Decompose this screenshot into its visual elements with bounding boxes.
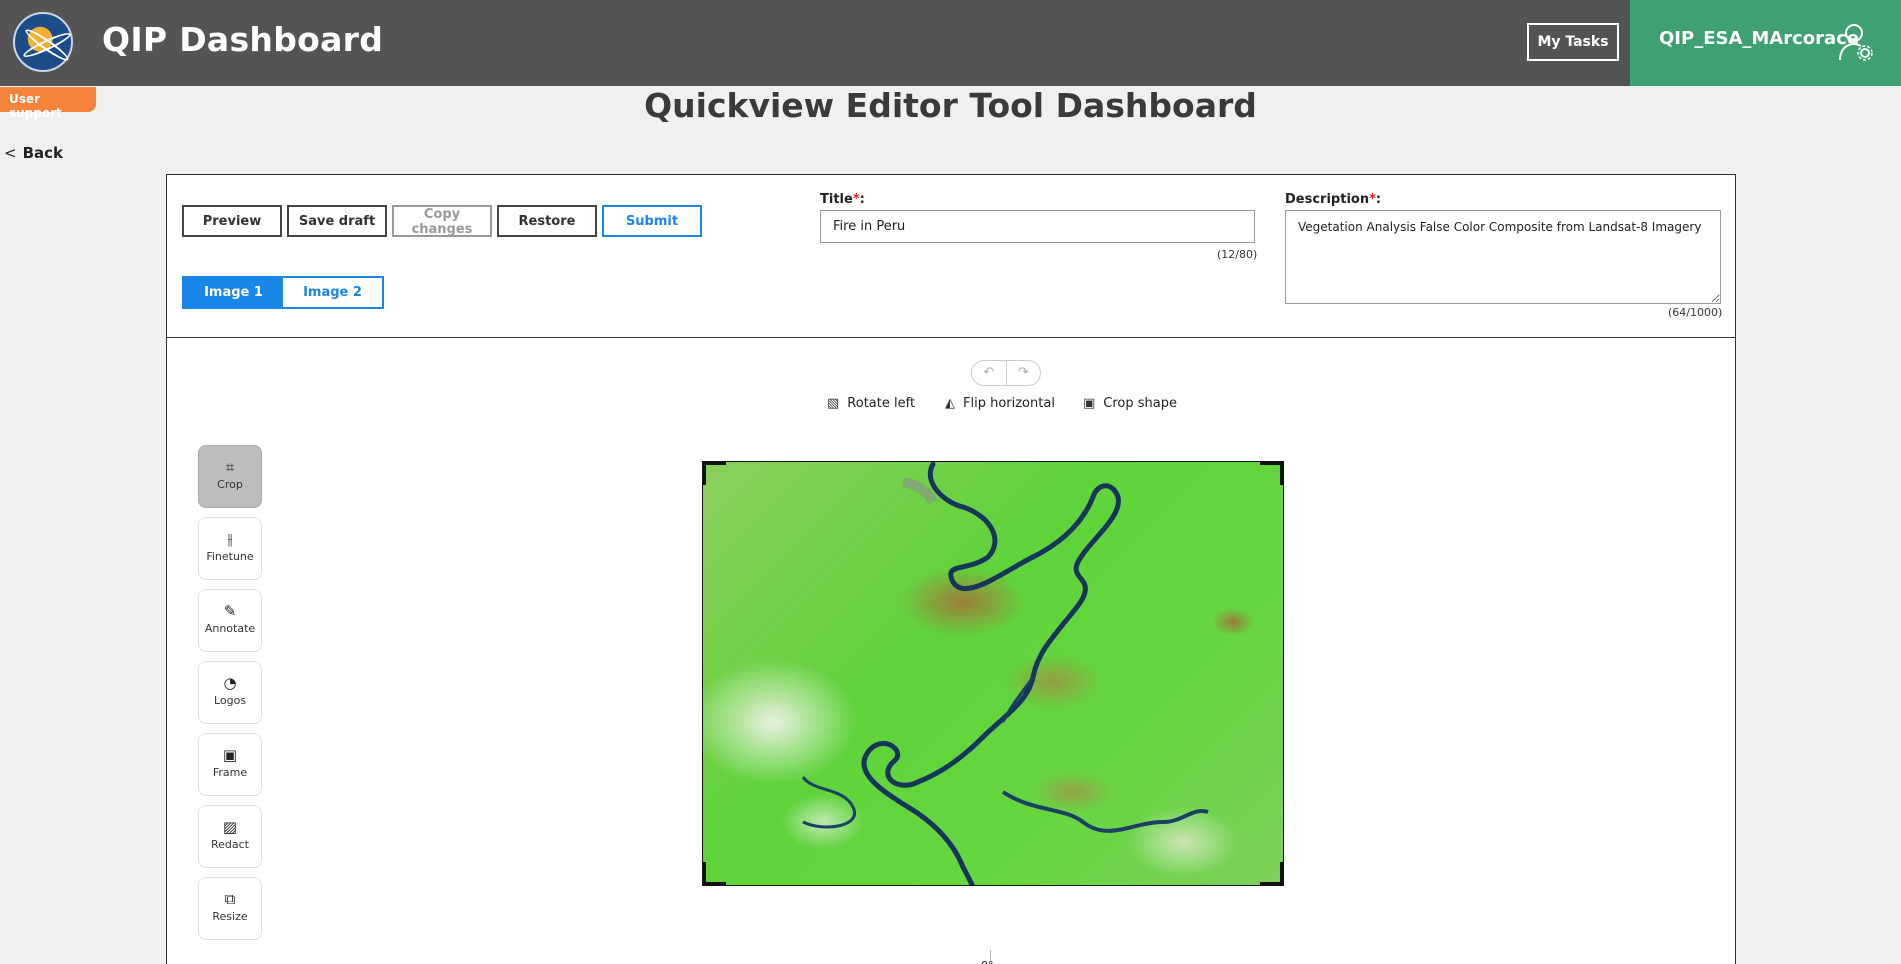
crop-actions: ▧ Rotate left ◭ Flip horizontal ▣ Crop shap… bbox=[167, 396, 1737, 416]
description-field[interactable]: Vegetation Analysis False Color Composit… bbox=[1285, 210, 1721, 304]
redo-icon[interactable]: ↷ bbox=[1007, 361, 1041, 385]
sticker-icon: ◔ bbox=[223, 674, 237, 692]
resize-icon: ⧉ bbox=[224, 890, 236, 908]
save-draft-button[interactable]: Save draft bbox=[287, 205, 387, 237]
crop-icon: ⌗ bbox=[225, 458, 235, 476]
pencil-icon: ✎ bbox=[223, 602, 237, 620]
tool-frame[interactable]: ▣ Frame bbox=[198, 733, 262, 796]
tool-finetune[interactable]: ⫲ Finetune bbox=[198, 517, 262, 580]
river-overlay bbox=[801, 462, 1209, 885]
restore-button[interactable]: Restore bbox=[497, 205, 597, 237]
redact-icon: ▨ bbox=[222, 818, 238, 836]
form-panel: Preview Save draft Copy changes Restore … bbox=[166, 174, 1736, 338]
tab-image-2[interactable]: Image 2 bbox=[283, 278, 382, 307]
tab-image-1[interactable]: Image 1 bbox=[184, 278, 283, 307]
satellite-image-canvas[interactable] bbox=[702, 461, 1284, 886]
tool-annotate[interactable]: ✎ Annotate bbox=[198, 589, 262, 652]
my-tasks-button[interactable]: My Tasks bbox=[1527, 23, 1619, 61]
tool-crop[interactable]: ⌗ Crop bbox=[198, 445, 262, 508]
title-counter: (12/80) bbox=[1217, 248, 1258, 261]
app-title: QIP Dashboard bbox=[102, 20, 384, 59]
submit-button[interactable]: Submit bbox=[602, 205, 702, 237]
sliders-icon: ⫲ bbox=[227, 530, 233, 548]
user-name: QIP_ESA_MArcorace bbox=[1659, 28, 1860, 49]
tool-sidebar: ⌗ Crop ⫲ Finetune ✎ Annotate ◔ Logos ▣ Frame … bbox=[198, 445, 262, 949]
rotation-dial[interactable]: · · · • · · · · • · · · · • · · · · 0° ·… bbox=[167, 950, 1737, 964]
user-settings-icon bbox=[1839, 24, 1873, 61]
back-label: Back bbox=[22, 144, 64, 162]
flip-horizontal-icon: ◭ bbox=[945, 396, 955, 411]
back-link[interactable]: < Back bbox=[4, 144, 63, 162]
user-menu[interactable]: QIP_ESA_MArcorace bbox=[1630, 0, 1901, 86]
image-tabs: Image 1 Image 2 bbox=[182, 276, 384, 309]
rotate-left-button[interactable]: ▧ Rotate left bbox=[827, 396, 915, 411]
qip-logo-icon[interactable] bbox=[13, 12, 73, 72]
title-label: Title*: bbox=[820, 192, 865, 207]
preview-button[interactable]: Preview bbox=[182, 205, 282, 237]
top-header: QIP Dashboard My Tasks QIP_ESA_MArcorace bbox=[0, 0, 1901, 86]
crop-shape-button[interactable]: ▣ Crop shape bbox=[1083, 396, 1177, 411]
description-label: Description*: bbox=[1285, 192, 1382, 207]
description-counter: (64/1000) bbox=[1668, 306, 1723, 319]
tool-resize[interactable]: ⧉ Resize bbox=[198, 877, 262, 940]
chevron-left-icon: < bbox=[4, 144, 17, 162]
toolbar: Preview Save draft Copy changes Restore … bbox=[182, 205, 702, 237]
frame-icon: ▣ bbox=[222, 746, 238, 764]
crop-shape-icon: ▣ bbox=[1083, 396, 1096, 411]
page-title: Quickview Editor Tool Dashboard bbox=[644, 86, 1257, 125]
tool-redact[interactable]: ▨ Redact bbox=[198, 805, 262, 868]
flip-horizontal-button[interactable]: ◭ Flip horizontal bbox=[945, 396, 1055, 411]
image-editor: ↶ ↷ ▧ Rotate left ◭ Flip horizontal ▣ Crop … bbox=[166, 337, 1736, 964]
crop-handle-bottom-right[interactable] bbox=[1260, 862, 1283, 885]
title-field[interactable] bbox=[820, 210, 1255, 243]
copy-changes-button[interactable]: Copy changes bbox=[392, 205, 492, 237]
rotate-left-icon: ▧ bbox=[827, 396, 840, 411]
undo-icon[interactable]: ↶ bbox=[972, 361, 1007, 385]
crop-handle-top-left[interactable] bbox=[703, 462, 726, 485]
rotation-value: 0° bbox=[981, 959, 994, 964]
crop-handle-bottom-left[interactable] bbox=[703, 862, 726, 885]
history-controls: ↶ ↷ bbox=[971, 360, 1041, 386]
crop-handle-top-right[interactable] bbox=[1260, 462, 1283, 485]
tool-logos[interactable]: ◔ Logos bbox=[198, 661, 262, 724]
